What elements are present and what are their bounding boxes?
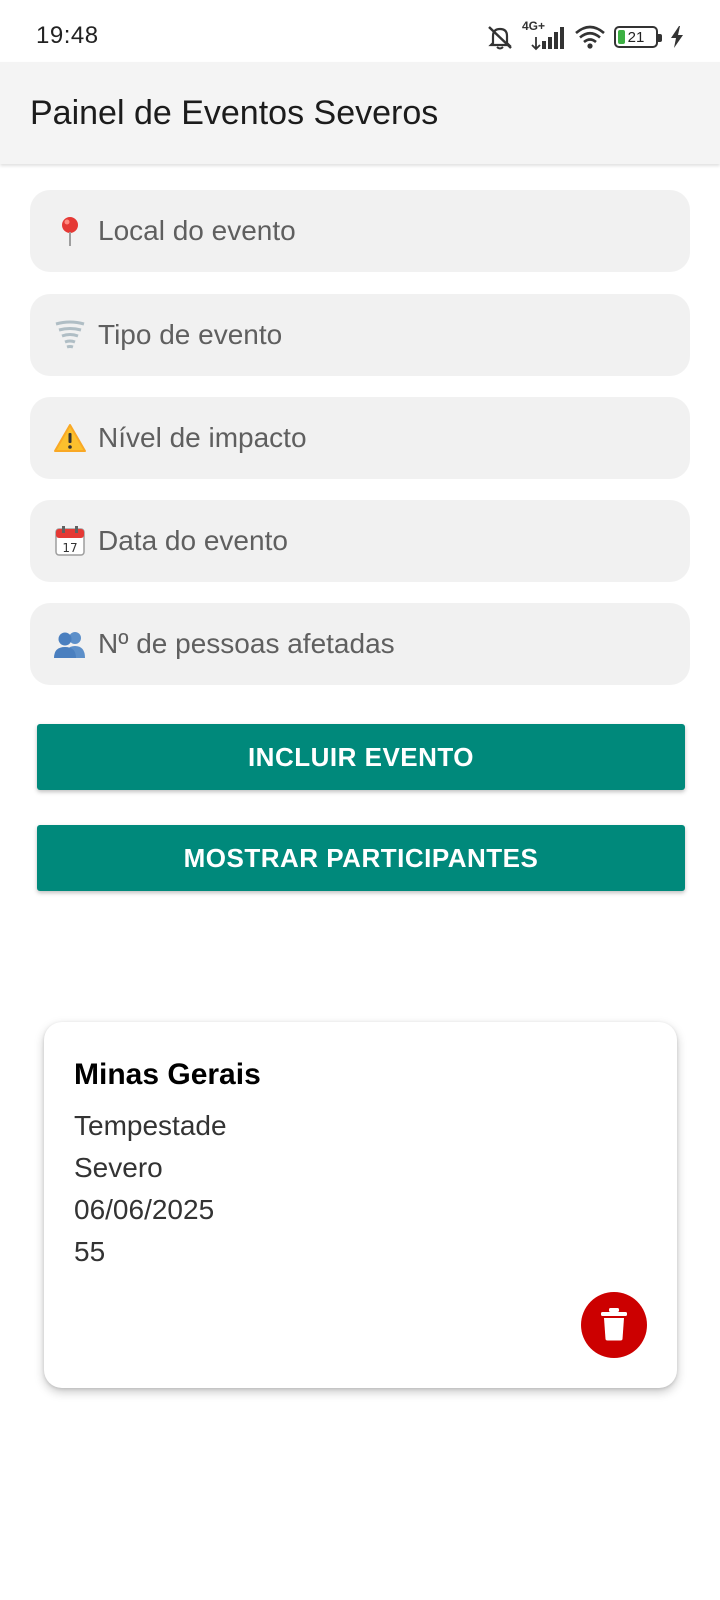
trash-icon	[600, 1307, 628, 1344]
battery-level: 21	[627, 28, 645, 46]
nivel-input[interactable]	[98, 422, 658, 454]
status-time: 19:48	[36, 22, 99, 49]
event-pessoas: 55	[74, 1236, 106, 1267]
people-emoji	[52, 626, 88, 662]
data-input[interactable]	[98, 525, 658, 557]
pessoas-field[interactable]	[30, 603, 690, 685]
incluir-evento-button[interactable]: INCLUIR EVENTO	[37, 724, 685, 790]
mostrar-participantes-button[interactable]: MOSTRAR PARTICIPANTES	[37, 825, 685, 891]
status-bar: 19:48 4G+ 21	[0, 0, 720, 62]
tipo-input[interactable]	[98, 319, 658, 351]
page-title: Painel de Eventos Severos	[30, 94, 439, 132]
event-card: Minas Gerais Tempestade Severo 06/06/202…	[44, 1022, 677, 1388]
tornado-emoji	[52, 317, 88, 353]
event-nivel: Severo	[74, 1152, 163, 1183]
signal-icon: 4G+	[522, 19, 566, 51]
data-field[interactable]: 17	[30, 500, 690, 582]
svg-text:17: 17	[62, 541, 77, 555]
event-data: 06/06/2025	[74, 1194, 215, 1225]
delete-event-button[interactable]	[581, 1292, 647, 1358]
battery-icon: 21	[614, 26, 662, 48]
tipo-field[interactable]	[30, 294, 690, 376]
app-bar: Painel de Eventos Severos	[0, 62, 720, 164]
nivel-field[interactable]	[30, 397, 690, 479]
event-local: Minas Gerais	[74, 1058, 261, 1091]
wifi-icon	[574, 24, 606, 50]
status-icons: 4G+ 21	[486, 19, 684, 52]
charging-icon	[670, 26, 684, 48]
calendar-emoji: 17	[52, 523, 88, 559]
event-tipo: Tempestade	[74, 1110, 227, 1141]
local-input[interactable]	[98, 215, 658, 247]
warning-emoji	[52, 420, 88, 456]
pin-emoji	[52, 213, 88, 249]
pessoas-input[interactable]	[98, 628, 658, 660]
mute-icon	[486, 24, 514, 50]
local-field[interactable]	[30, 190, 690, 272]
